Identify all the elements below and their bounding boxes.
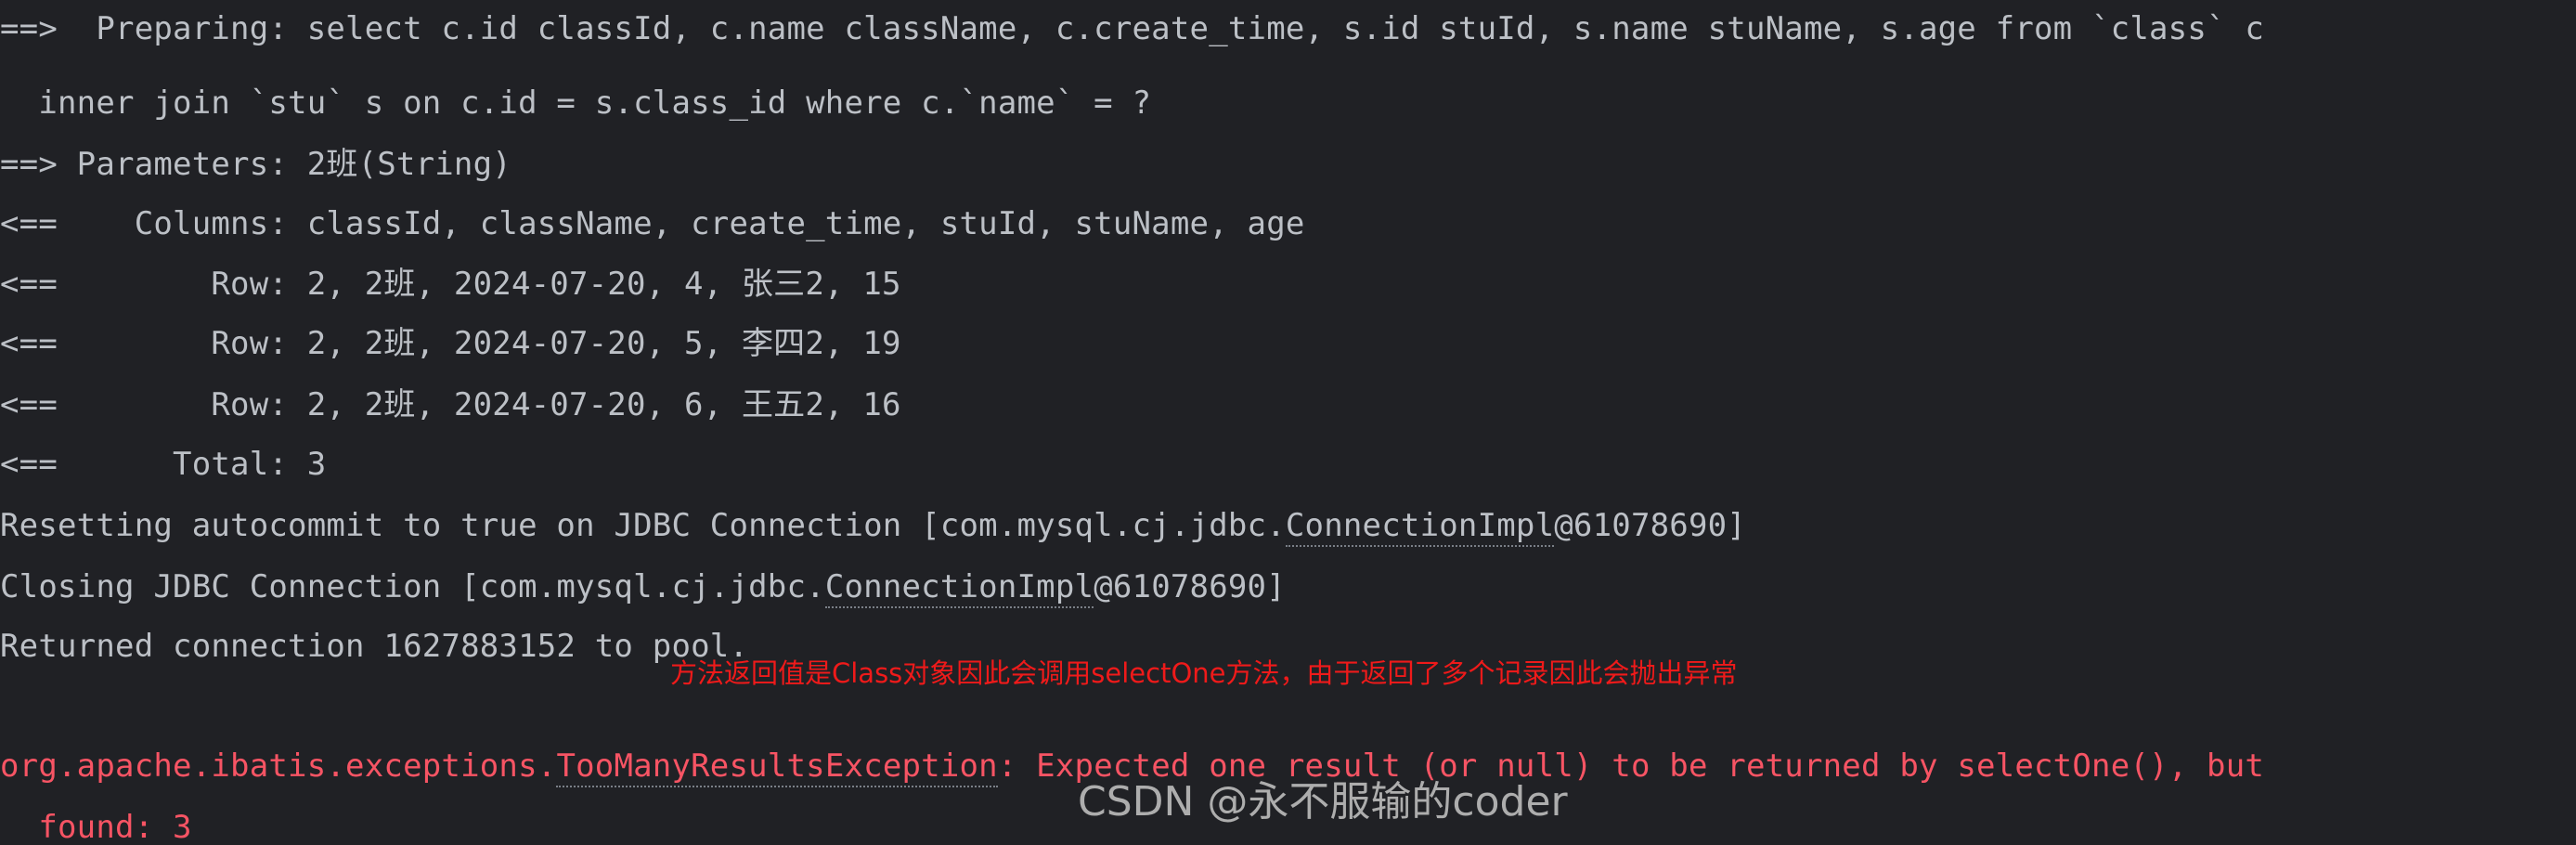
log-line-row-3: <== Row: 2, 2班, 2024-07-20, 6, 王五2, 16 [0, 386, 901, 424]
log-line-resetting-autocommit: Resetting autocommit to true on JDBC Con… [0, 504, 2576, 547]
exception-package-text: org.apache.ibatis.exceptions. [0, 748, 557, 786]
log-line-columns: <== Columns: classId, className, create_… [0, 204, 1305, 242]
log-line-parameters: ==> Parameters: 2班(String) [0, 145, 511, 183]
log-line-preparing-2: inner join `stu` s on c.id = s.class_id … [0, 84, 1152, 122]
resetting-prefix-text: Resetting autocommit to true on JDBC Con… [0, 506, 1286, 544]
log-line-row-2: <== Row: 2, 2班, 2024-07-20, 5, 李四2, 19 [0, 325, 901, 363]
closing-suffix-text: @61078690] [1094, 567, 1286, 605]
connection-impl-link[interactable]: ConnectionImpl [1285, 506, 1555, 547]
log-line-total: <== Total: 3 [0, 446, 327, 484]
log-line-preparing-1: ==> Preparing: select c.id classId, c.na… [0, 10, 2265, 47]
terminal-console-output: ==> Preparing: select c.id classId, c.na… [0, 0, 2576, 845]
closing-prefix-text: Closing JDBC Connection [com.mysql.cj.jd… [0, 567, 825, 605]
log-line-row-1: <== Row: 2, 2班, 2024-07-20, 4, 张三2, 15 [0, 266, 901, 304]
log-line-closing-connection: Closing JDBC Connection [com.mysql.cj.jd… [0, 566, 2576, 608]
connection-impl-link[interactable]: ConnectionImpl [824, 567, 1094, 608]
red-annotation-note: 方法返回值是Class对象因此会调用selectOne方法，由于返回了多个记录因… [670, 657, 1738, 689]
csdn-watermark: CSDN @永不服输的coder [1078, 778, 1568, 826]
resetting-suffix-text: @61078690] [1554, 506, 1746, 544]
too-many-results-exception-link[interactable]: TooManyResultsException [556, 748, 998, 788]
